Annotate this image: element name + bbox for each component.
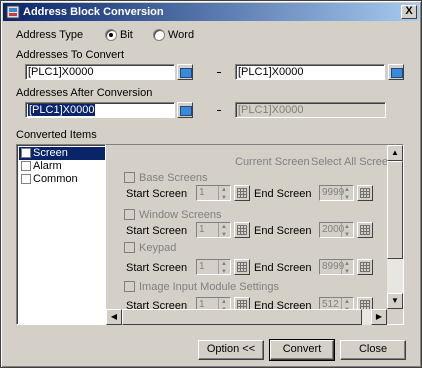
base-end-grid-icon[interactable] (357, 185, 373, 201)
base-screens-checkbox[interactable] (124, 172, 135, 183)
scroll-up-icon[interactable]: ▲ (387, 145, 403, 161)
close-window-button[interactable]: X (401, 5, 417, 19)
window-start-grid-icon[interactable] (234, 222, 250, 238)
start-screen-label: Start Screen (126, 300, 188, 309)
keypad-label: Keypad (139, 242, 177, 254)
addresses-after-conversion-label: Addresses After Conversion (16, 87, 153, 99)
convert-to-browse-icon[interactable] (388, 64, 404, 80)
title-bar[interactable]: Address Block Conversion X (3, 3, 419, 21)
end-screen-label: End Screen (254, 300, 312, 309)
common-checkbox[interactable] (21, 174, 31, 184)
convert-separator (217, 72, 221, 73)
keypad-checkbox[interactable] (124, 242, 135, 253)
horizontal-scroll-thumb[interactable] (122, 309, 362, 325)
base-start-grid-icon[interactable] (234, 185, 250, 201)
horizontal-scrollbar[interactable]: ◀ ▶ (106, 309, 387, 325)
scroll-down-icon[interactable]: ▼ (387, 293, 403, 309)
end-screen-label: End Screen (254, 188, 312, 200)
after-to-input: [PLC1]X0000 (235, 102, 386, 118)
select-all-header: Select All Screens (311, 156, 388, 168)
after-from-input[interactable]: [PLC1]X0000 (25, 102, 175, 118)
list-item-alarm[interactable]: Alarm (19, 160, 105, 173)
image-end-spinner[interactable]: 512 (319, 295, 354, 309)
bit-radio[interactable] (105, 29, 117, 41)
window-end-spinner[interactable]: 2000 (319, 220, 354, 242)
image-start-grid-icon[interactable] (234, 297, 250, 309)
end-screen-label: End Screen (254, 262, 312, 274)
app-icon (6, 5, 20, 19)
window-end-grid-icon[interactable] (357, 222, 373, 238)
keypad-end-spinner[interactable]: 8999 (319, 257, 354, 279)
screen-checkbox[interactable] (21, 148, 31, 158)
word-radio-label: Word (168, 29, 195, 41)
keypad-start-grid-icon[interactable] (234, 259, 250, 275)
screen-settings-panel: Current Screen Select All Screens Base S… (106, 145, 388, 309)
convert-from-input[interactable]: [PLC1]X0000 (25, 64, 175, 80)
keypad-end-grid-icon[interactable] (357, 259, 373, 275)
start-screen-label: Start Screen (126, 225, 188, 237)
converted-items-label: Converted Items (16, 129, 97, 141)
start-screen-label: Start Screen (126, 188, 188, 200)
alarm-checkbox[interactable] (21, 161, 31, 171)
window-screens-checkbox[interactable] (124, 209, 135, 220)
window-start-spinner[interactable]: 1 (196, 220, 231, 242)
word-radio[interactable] (153, 29, 165, 41)
vertical-scroll-thumb[interactable] (387, 161, 403, 259)
address-type-label: Address Type (16, 29, 84, 41)
start-screen-label: Start Screen (126, 262, 188, 274)
option-button[interactable]: Option << (198, 340, 264, 360)
scroll-left-icon[interactable]: ◀ (106, 309, 122, 325)
close-button[interactable]: Close (340, 340, 406, 360)
window-title: Address Block Conversion (23, 6, 164, 18)
image-end-grid-icon[interactable] (357, 297, 373, 309)
addresses-to-convert-label: Addresses To Convert (16, 49, 125, 61)
base-screens-label: Base Screens (139, 172, 208, 184)
image-input-checkbox[interactable] (124, 281, 135, 292)
base-end-spinner[interactable]: 9999 (319, 183, 354, 205)
scroll-right-icon[interactable]: ▶ (371, 309, 387, 325)
window-screens-label: Window Screens (139, 209, 222, 221)
after-from-browse-icon[interactable] (177, 102, 193, 118)
end-screen-label: End Screen (254, 225, 312, 237)
list-item-common[interactable]: Common (19, 173, 105, 186)
image-input-label: Image Input Module Settings (139, 281, 280, 293)
vertical-scrollbar[interactable]: ▲ ▼ (387, 145, 403, 309)
bit-radio-label: Bit (120, 29, 133, 41)
convert-button[interactable]: Convert (269, 339, 335, 361)
converted-items-list[interactable]: Screen Alarm Common (16, 144, 106, 325)
list-item-screen[interactable]: Screen (19, 147, 105, 160)
base-start-spinner[interactable]: 1 (196, 183, 231, 205)
convert-from-browse-icon[interactable] (177, 64, 193, 80)
keypad-start-spinner[interactable]: 1 (196, 257, 231, 279)
image-start-spinner[interactable]: 1 (196, 295, 231, 309)
after-separator (217, 110, 221, 111)
convert-to-input[interactable]: [PLC1]X0000 (235, 64, 385, 80)
current-screen-header: Current Screen (235, 156, 310, 168)
